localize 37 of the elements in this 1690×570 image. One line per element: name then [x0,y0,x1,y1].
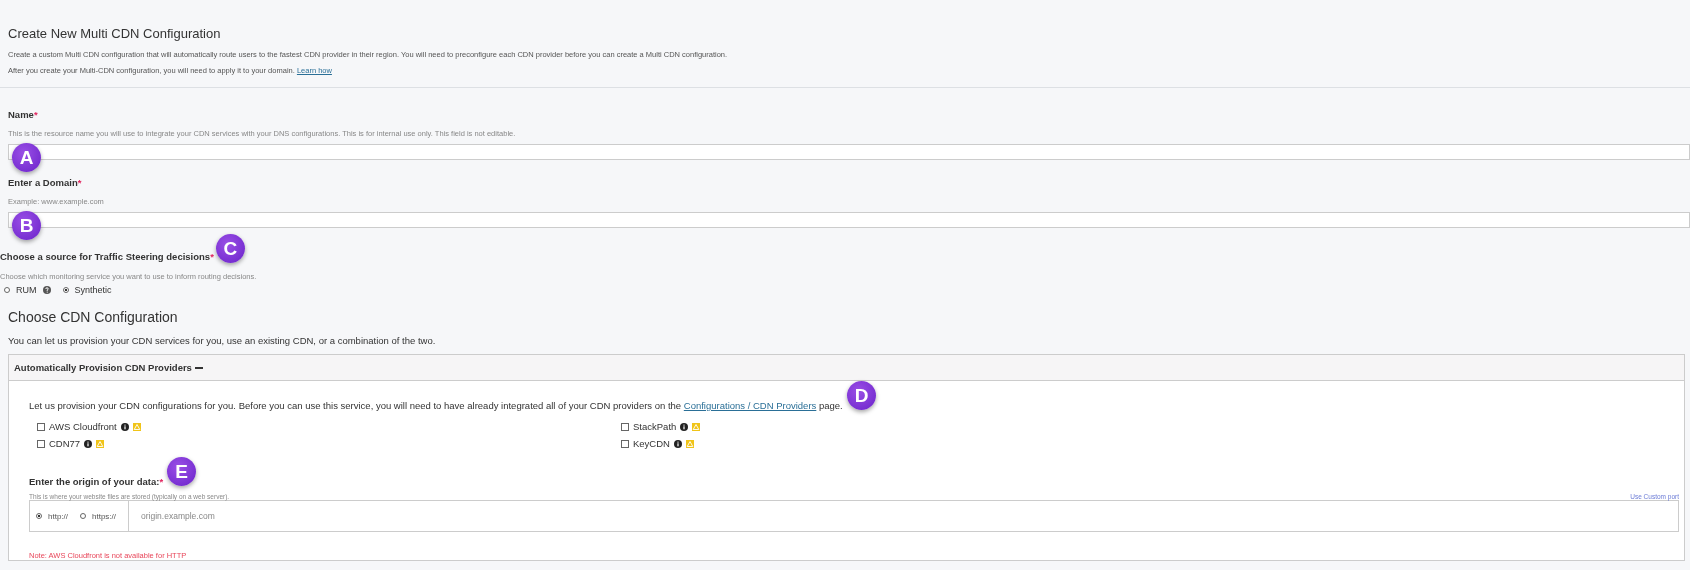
cdn-providers-link[interactable]: Configurations / CDN Providers [683,400,817,411]
section-description: You can let us provision your CDN services for you, use an existing CDN, or a combination of the two. [8,335,437,346]
provider-label: CDN77 [49,438,81,449]
warning-icon [96,439,105,448]
info-icon [120,422,129,431]
section-title: Choose CDN Configuration [8,309,179,325]
radio-option[interactable]: RUM [4,285,51,295]
warning-icon [685,439,694,448]
checkbox[interactable] [37,439,45,448]
info-icon [84,439,93,448]
radio-option[interactable]: https:// [80,511,117,521]
field-label: Name* [8,109,38,120]
callout-marker: B [12,211,41,240]
page-title: Create New Multi CDN Configuration [8,26,222,41]
provider-label: StackPath [633,421,677,432]
origin-field[interactable]: http:// https:// origin.example.com [29,500,1679,532]
warning-icon [132,422,141,431]
provider-label: KeyCDN [633,438,670,449]
callout-marker: C [215,234,245,263]
radio-option[interactable]: Synthetic [62,285,112,295]
help-icon[interactable] [42,286,51,294]
warning-icon [692,422,701,431]
checkbox[interactable] [621,422,629,431]
info-icon [680,422,689,431]
callout-marker: D [847,381,876,410]
checkbox[interactable] [37,422,45,431]
field-label: Choose a source for Traffic Steering decisions* [0,251,214,262]
provision-intro: Let us provision your CDN configurations for you. Before you can use this service, you will need to have already integrated all of your CDN providers on the Configurations / CDN Providers page. [29,400,843,411]
callout-marker: E [167,457,197,486]
checkbox[interactable] [621,439,629,448]
callout-marker: A [12,143,41,172]
provider-label: AWS Cloudfront [49,421,117,432]
field-label: Enter the origin of your data:* [29,476,164,487]
panel-header[interactable]: Automatically Provision CDN Providers [9,355,1684,381]
radio-option[interactable]: http:// [36,511,68,521]
info-icon [673,439,682,448]
field-label: Enter a Domain* [8,177,82,188]
